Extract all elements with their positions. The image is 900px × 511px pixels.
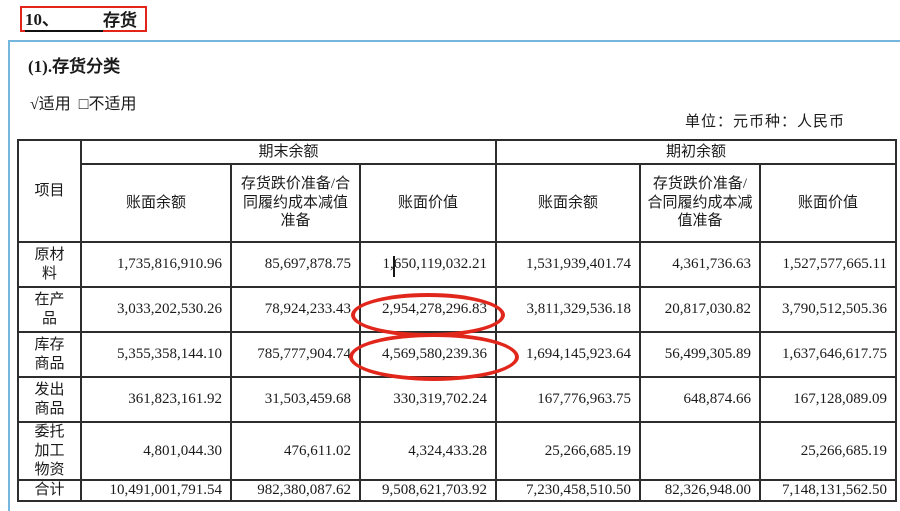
inventory-classification-table: 项目 期末余额 期初余额 账面余额 存货跌价准备/合同履约成本减值准备 账面价值… [17, 139, 897, 502]
cell-value: 1,637,646,617.75 [759, 331, 897, 378]
table-row-consigned-materials: 委托加工物资 4,801,044.30 476,611.02 4,324,433… [17, 420, 897, 482]
cell-value: 785,777,904.74 [230, 331, 361, 378]
cell-value: 10,491,001,791.54 [80, 479, 232, 502]
table-row-raw-materials: 原材料 1,735,816,910.96 85,697,878.75 1,650… [17, 241, 897, 288]
cell-value-circled: 2,954,278,296.83 [359, 286, 497, 333]
row-label: 在产品 [17, 286, 82, 333]
cell-value: 56,499,305.89 [639, 331, 761, 378]
cell-value: 361,823,161.92 [80, 376, 232, 423]
cell-value: 167,128,089.09 [759, 376, 897, 423]
cell-value: 20,817,030.82 [639, 286, 761, 333]
cell-value: 1,694,145,923.64 [495, 331, 641, 378]
cell-value: 330,319,702.24 [359, 376, 497, 423]
section-title-redbox: 10、 存货 [20, 6, 147, 32]
cell-value: 1,735,816,910.96 [80, 241, 232, 288]
cell-value: 31,503,459.68 [230, 376, 361, 423]
cell-value: 7,230,458,510.50 [495, 479, 641, 502]
cell-value: 4,324,433.28 [359, 420, 497, 482]
applicability-line: √适用 □不适用 [30, 96, 137, 113]
table-row-work-in-progress: 在产品 3,033,202,530.26 78,924,233.43 2,954… [17, 286, 897, 333]
cell-value: 82,326,948.00 [639, 479, 761, 502]
section-number: 10、 [25, 5, 103, 32]
currency-unit-label: 单位：元币种：人民币 [684, 114, 845, 130]
cell-value: 85,697,878.75 [230, 241, 361, 288]
subsection-title: (1).存货分类 [28, 57, 121, 76]
col-header-book-value-ending: 账面价值 [359, 163, 497, 243]
row-label: 发出商品 [17, 376, 82, 423]
cell-value: 3,033,202,530.26 [80, 286, 232, 333]
col-header-book-balance-ending: 账面余额 [80, 163, 232, 243]
cell-value: 167,776,963.75 [495, 376, 641, 423]
cell-value-circled: 4,569,580,239.36 [359, 331, 497, 378]
cell-value: 3,811,329,536.18 [495, 286, 641, 333]
row-label: 委托加工物资 [17, 420, 82, 482]
cell-value: 4,361,736.63 [639, 241, 761, 288]
row-label: 原材料 [17, 241, 82, 288]
table-row-total: 合计 10,491,001,791.54 982,380,087.62 9,50… [17, 479, 897, 502]
cell-value: 78,924,233.43 [230, 286, 361, 333]
col-header-book-balance-beginning: 账面余额 [495, 163, 641, 243]
cell-value: 476,611.02 [230, 420, 361, 482]
table-row-finished-goods: 库存商品 5,355,358,144.10 785,777,904.74 4,5… [17, 331, 897, 378]
cell-value: 1,527,577,665.11 [759, 241, 897, 288]
cell-value: 9,508,621,703.92 [359, 479, 497, 502]
text-cursor [393, 256, 395, 277]
cell-value: 3,790,512,505.36 [759, 286, 897, 333]
section-title-text: 存货 [103, 11, 137, 30]
section-number-text: 10、 [25, 10, 59, 29]
cell-value: 25,266,685.19 [495, 420, 641, 482]
col-header-provision-beginning: 存货跌价准备/合同履约成本减值准备 [639, 163, 761, 243]
tab-underline [59, 29, 103, 30]
cell-value: 1,531,939,401.74 [495, 241, 641, 288]
document-page: 10、 存货 (1).存货分类 √适用 □不适用 单位：元币种：人民币 项目 期… [0, 0, 900, 511]
col-group-ending-balance: 期末余额 [80, 139, 497, 165]
cell-value-empty [639, 420, 761, 482]
cell-value: 1,650,119,032.21 [359, 241, 497, 288]
cell-value: 5,355,358,144.10 [80, 331, 232, 378]
col-header-book-value-beginning: 账面价值 [759, 163, 897, 243]
col-header-provision-ending: 存货跌价准备/合同履约成本减值准备 [230, 163, 361, 243]
cell-value: 4,801,044.30 [80, 420, 232, 482]
col-header-item: 项目 [17, 139, 82, 243]
col-group-beginning-balance: 期初余额 [495, 139, 897, 165]
cell-value: 648,874.66 [639, 376, 761, 423]
cell-value: 25,266,685.19 [759, 420, 897, 482]
row-label: 库存商品 [17, 331, 82, 378]
cell-value: 7,148,131,562.50 [759, 479, 897, 502]
cell-value: 982,380,087.62 [230, 479, 361, 502]
row-label: 合计 [17, 479, 82, 502]
table-row-goods-shipped: 发出商品 361,823,161.92 31,503,459.68 330,31… [17, 376, 897, 423]
